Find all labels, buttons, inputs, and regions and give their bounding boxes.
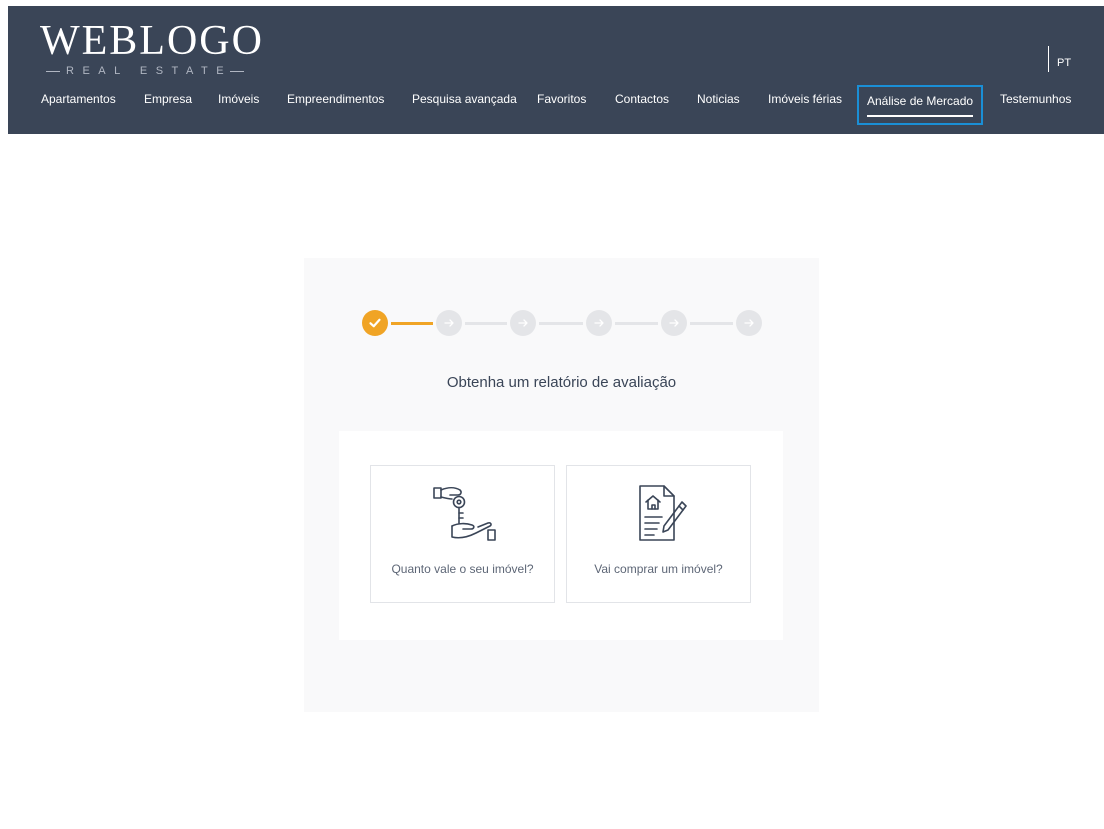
step-connector-1 <box>391 322 433 325</box>
option-label: Vai comprar um imóvel? <box>594 562 723 576</box>
nav-item-favoritos[interactable]: Favoritos <box>537 85 586 125</box>
step-3 <box>510 310 536 336</box>
valuation-panel: Obtenha um relatório de avaliação Quanto… <box>304 258 819 712</box>
step-connector-2 <box>465 322 507 325</box>
main-nav: Apartamentos Empresa Imóveis Empreendime… <box>8 85 1104 125</box>
check-icon <box>369 318 381 328</box>
logo-wordmark: WEBLOGO <box>40 18 264 64</box>
arrow-right-icon <box>594 319 604 327</box>
step-5 <box>661 310 687 336</box>
active-underline <box>867 115 973 117</box>
hand-key-icon <box>432 486 496 541</box>
arrow-right-icon <box>744 319 754 327</box>
nav-item-empreendimentos[interactable]: Empreendimentos <box>287 85 384 125</box>
options-container: Quanto vale o seu imóvel? Vai comprar um… <box>339 431 783 640</box>
nav-item-testemunhos[interactable]: Testemunhos <box>1000 85 1071 125</box>
house-contract-icon <box>638 485 687 541</box>
step-1-completed <box>362 310 388 336</box>
nav-item-contactos[interactable]: Contactos <box>615 85 669 125</box>
nav-item-imoveis-ferias[interactable]: Imóveis férias <box>768 85 842 125</box>
arrow-right-icon <box>669 319 679 327</box>
site-logo[interactable]: WEBLOGO REAL ESTATE <box>40 18 264 77</box>
option-card-buy-property[interactable]: Vai comprar um imóvel? <box>566 465 751 603</box>
nav-item-label: Análise de Mercado <box>867 94 974 108</box>
arrow-right-icon <box>518 319 528 327</box>
language-selector[interactable]: PT <box>1048 46 1071 72</box>
nav-item-analise-de-mercado[interactable]: Análise de Mercado <box>857 85 983 125</box>
nav-item-empresa[interactable]: Empresa <box>144 85 192 125</box>
progress-stepper <box>362 310 762 336</box>
step-connector-4 <box>615 322 658 325</box>
step-connector-3 <box>539 322 583 325</box>
step-6 <box>736 310 762 336</box>
nav-item-apartamentos[interactable]: Apartamentos <box>41 85 116 125</box>
step-4 <box>586 310 612 336</box>
option-card-property-value[interactable]: Quanto vale o seu imóvel? <box>370 465 555 603</box>
nav-item-pesquisa-avancada[interactable]: Pesquisa avançada <box>412 85 517 125</box>
step-connector-5 <box>690 322 733 325</box>
site-header: WEBLOGO REAL ESTATE PT Apartamentos Empr… <box>8 6 1104 134</box>
arrow-right-icon <box>444 319 454 327</box>
step-2 <box>436 310 462 336</box>
nav-item-noticias[interactable]: Noticias <box>697 85 740 125</box>
option-label: Quanto vale o seu imóvel? <box>391 562 534 576</box>
logo-tagline: REAL ESTATE <box>66 65 244 77</box>
page-title: Obtenha um relatório de avaliação <box>446 374 677 391</box>
nav-item-imoveis[interactable]: Imóveis <box>218 85 259 125</box>
